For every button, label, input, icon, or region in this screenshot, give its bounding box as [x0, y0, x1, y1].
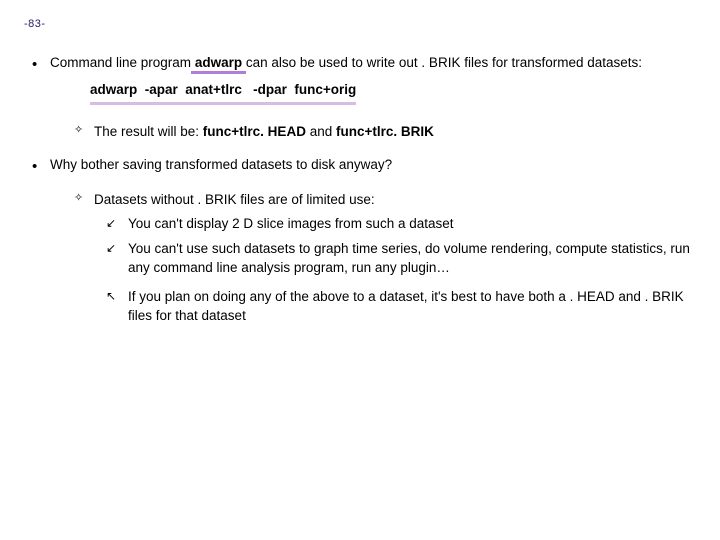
slide-page: -83- Command line program adwarp can als… [0, 0, 720, 540]
bullet-why: Why bother saving transformed datasets t… [50, 156, 696, 326]
limit-graph: You can't use such datasets to graph tim… [128, 240, 696, 278]
limit-display: You can't display 2 D slice images from … [128, 215, 696, 234]
text-suffix: can also be used to write out . BRIK fil… [246, 55, 642, 70]
conclusion-line: If you plan on doing any of the above to… [128, 288, 696, 326]
result-prefix: The result will be: [94, 124, 203, 139]
limited-use-text: Datasets without . BRIK files are of lim… [94, 192, 375, 207]
conclusion-text: If you plan on doing any of the above to… [128, 289, 684, 323]
sublist-limits: You can't display 2 D slice images from … [94, 215, 696, 278]
sublist-why: Datasets without . BRIK files are of lim… [50, 191, 696, 326]
result-head: func+tlrc. HEAD [203, 124, 306, 139]
top-list: Command line program adwarp can also be … [24, 54, 696, 326]
page-number: -83- [24, 18, 696, 30]
limited-use-line: Datasets without . BRIK files are of lim… [94, 191, 696, 326]
result-brik: func+tlrc. BRIK [336, 124, 434, 139]
keyword-adwarp: adwarp [191, 55, 246, 74]
command-line: adwarp -apar anat+tlrc -dpar func+orig [90, 81, 356, 105]
sublist-conclusion: If you plan on doing any of the above to… [94, 288, 696, 326]
why-text: Why bother saving transformed datasets t… [50, 157, 392, 172]
result-mid: and [306, 124, 336, 139]
sublist-result: The result will be: func+tlrc. HEAD and … [50, 123, 696, 142]
result-line: The result will be: func+tlrc. HEAD and … [94, 123, 696, 142]
limit-graph-text: You can't use such datasets to graph tim… [128, 241, 690, 275]
text-prefix: Command line program [50, 55, 191, 70]
bullet-adwarp: Command line program adwarp can also be … [50, 54, 696, 142]
limit-display-text: You can't display 2 D slice images from … [128, 216, 454, 231]
